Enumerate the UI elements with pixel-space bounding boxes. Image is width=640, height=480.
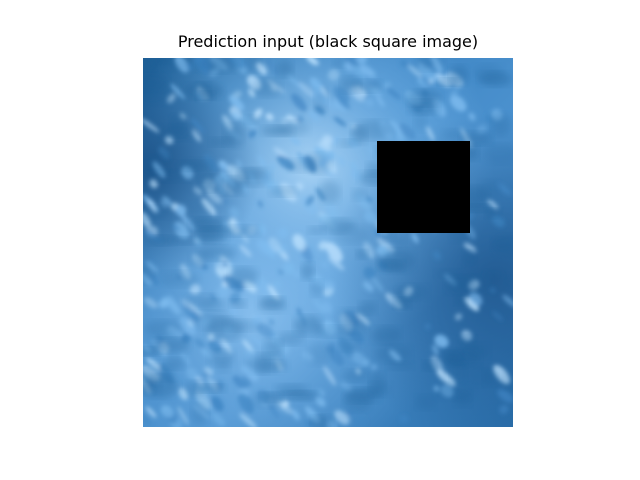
water-shadow [229,267,259,286]
water-shadow [449,65,469,86]
water-shadow [184,158,218,182]
water-shadow [144,319,183,338]
water-shadow [145,205,170,220]
figure-title: Prediction input (black square image) [177,32,479,51]
water-shadow [332,58,346,68]
water-shadow [391,235,407,248]
water-shadow [310,415,325,425]
water-shadow [300,262,315,280]
water-shadow [358,301,377,315]
water-shadow [396,283,429,301]
water-shadow [217,176,247,196]
water-shadow [435,382,476,401]
water-shadow [340,76,361,93]
water-shadow [319,180,341,204]
water-shadow [478,71,513,87]
water-shadow [386,361,414,371]
image-panel [143,58,513,427]
water-shadow [252,78,282,98]
water-shadow [274,383,309,395]
water-shadow [377,259,405,272]
water-shadow [196,218,221,242]
water-shadow [244,114,259,125]
water-shadow [353,120,394,140]
water-shadow [164,356,185,371]
water-shadow [462,250,478,267]
water-shadow [256,354,270,374]
water-shadow [445,275,478,295]
water-shadow [216,358,231,373]
water-shadow [263,339,283,359]
water-shadow [160,271,200,288]
water-shadow [371,326,401,345]
water-shadow [288,158,315,173]
water-shadow [223,124,244,148]
water-shadow [340,317,369,339]
water-shadow [269,186,298,197]
water-shadow [307,342,332,366]
water-shadow [478,179,501,199]
water-shadow [313,89,328,111]
water-shadow [492,236,513,251]
water-shadow [190,401,210,426]
water-shadow [444,351,465,367]
water-shadow [338,339,360,353]
water-shadow [464,363,492,387]
water-shadow [169,114,186,137]
water-shadow [184,380,208,398]
water-shadow [355,249,369,260]
water-shadow [344,387,381,404]
water-shadow [322,218,355,234]
water-shadow [491,112,512,136]
figure: Prediction input (black square image) [0,0,640,480]
water-shadow [276,60,294,78]
water-shadow [221,225,260,237]
water-shadow [374,344,412,364]
water-shadow [259,296,285,310]
water-shadow [310,279,324,297]
water-shadow [307,225,325,235]
water-shadow [413,112,427,132]
water-shadow [276,120,310,136]
water-shadow [415,394,437,411]
black-mask-square [377,141,470,233]
water-shadow [351,188,367,201]
water-shadow [184,293,218,309]
water-shadow [405,89,442,106]
water-shadow [457,335,477,349]
water-shadow [422,360,437,372]
water-shadow [293,315,323,336]
water-shadow [229,299,247,309]
water-shadow [195,311,231,330]
water-shadow [338,139,359,148]
water-shadow [170,236,198,245]
water-shadow [454,295,468,306]
water-shadow [196,90,215,100]
water-shadow [342,369,369,383]
water-shadow [189,252,212,268]
ocean-texture-image [143,58,513,427]
